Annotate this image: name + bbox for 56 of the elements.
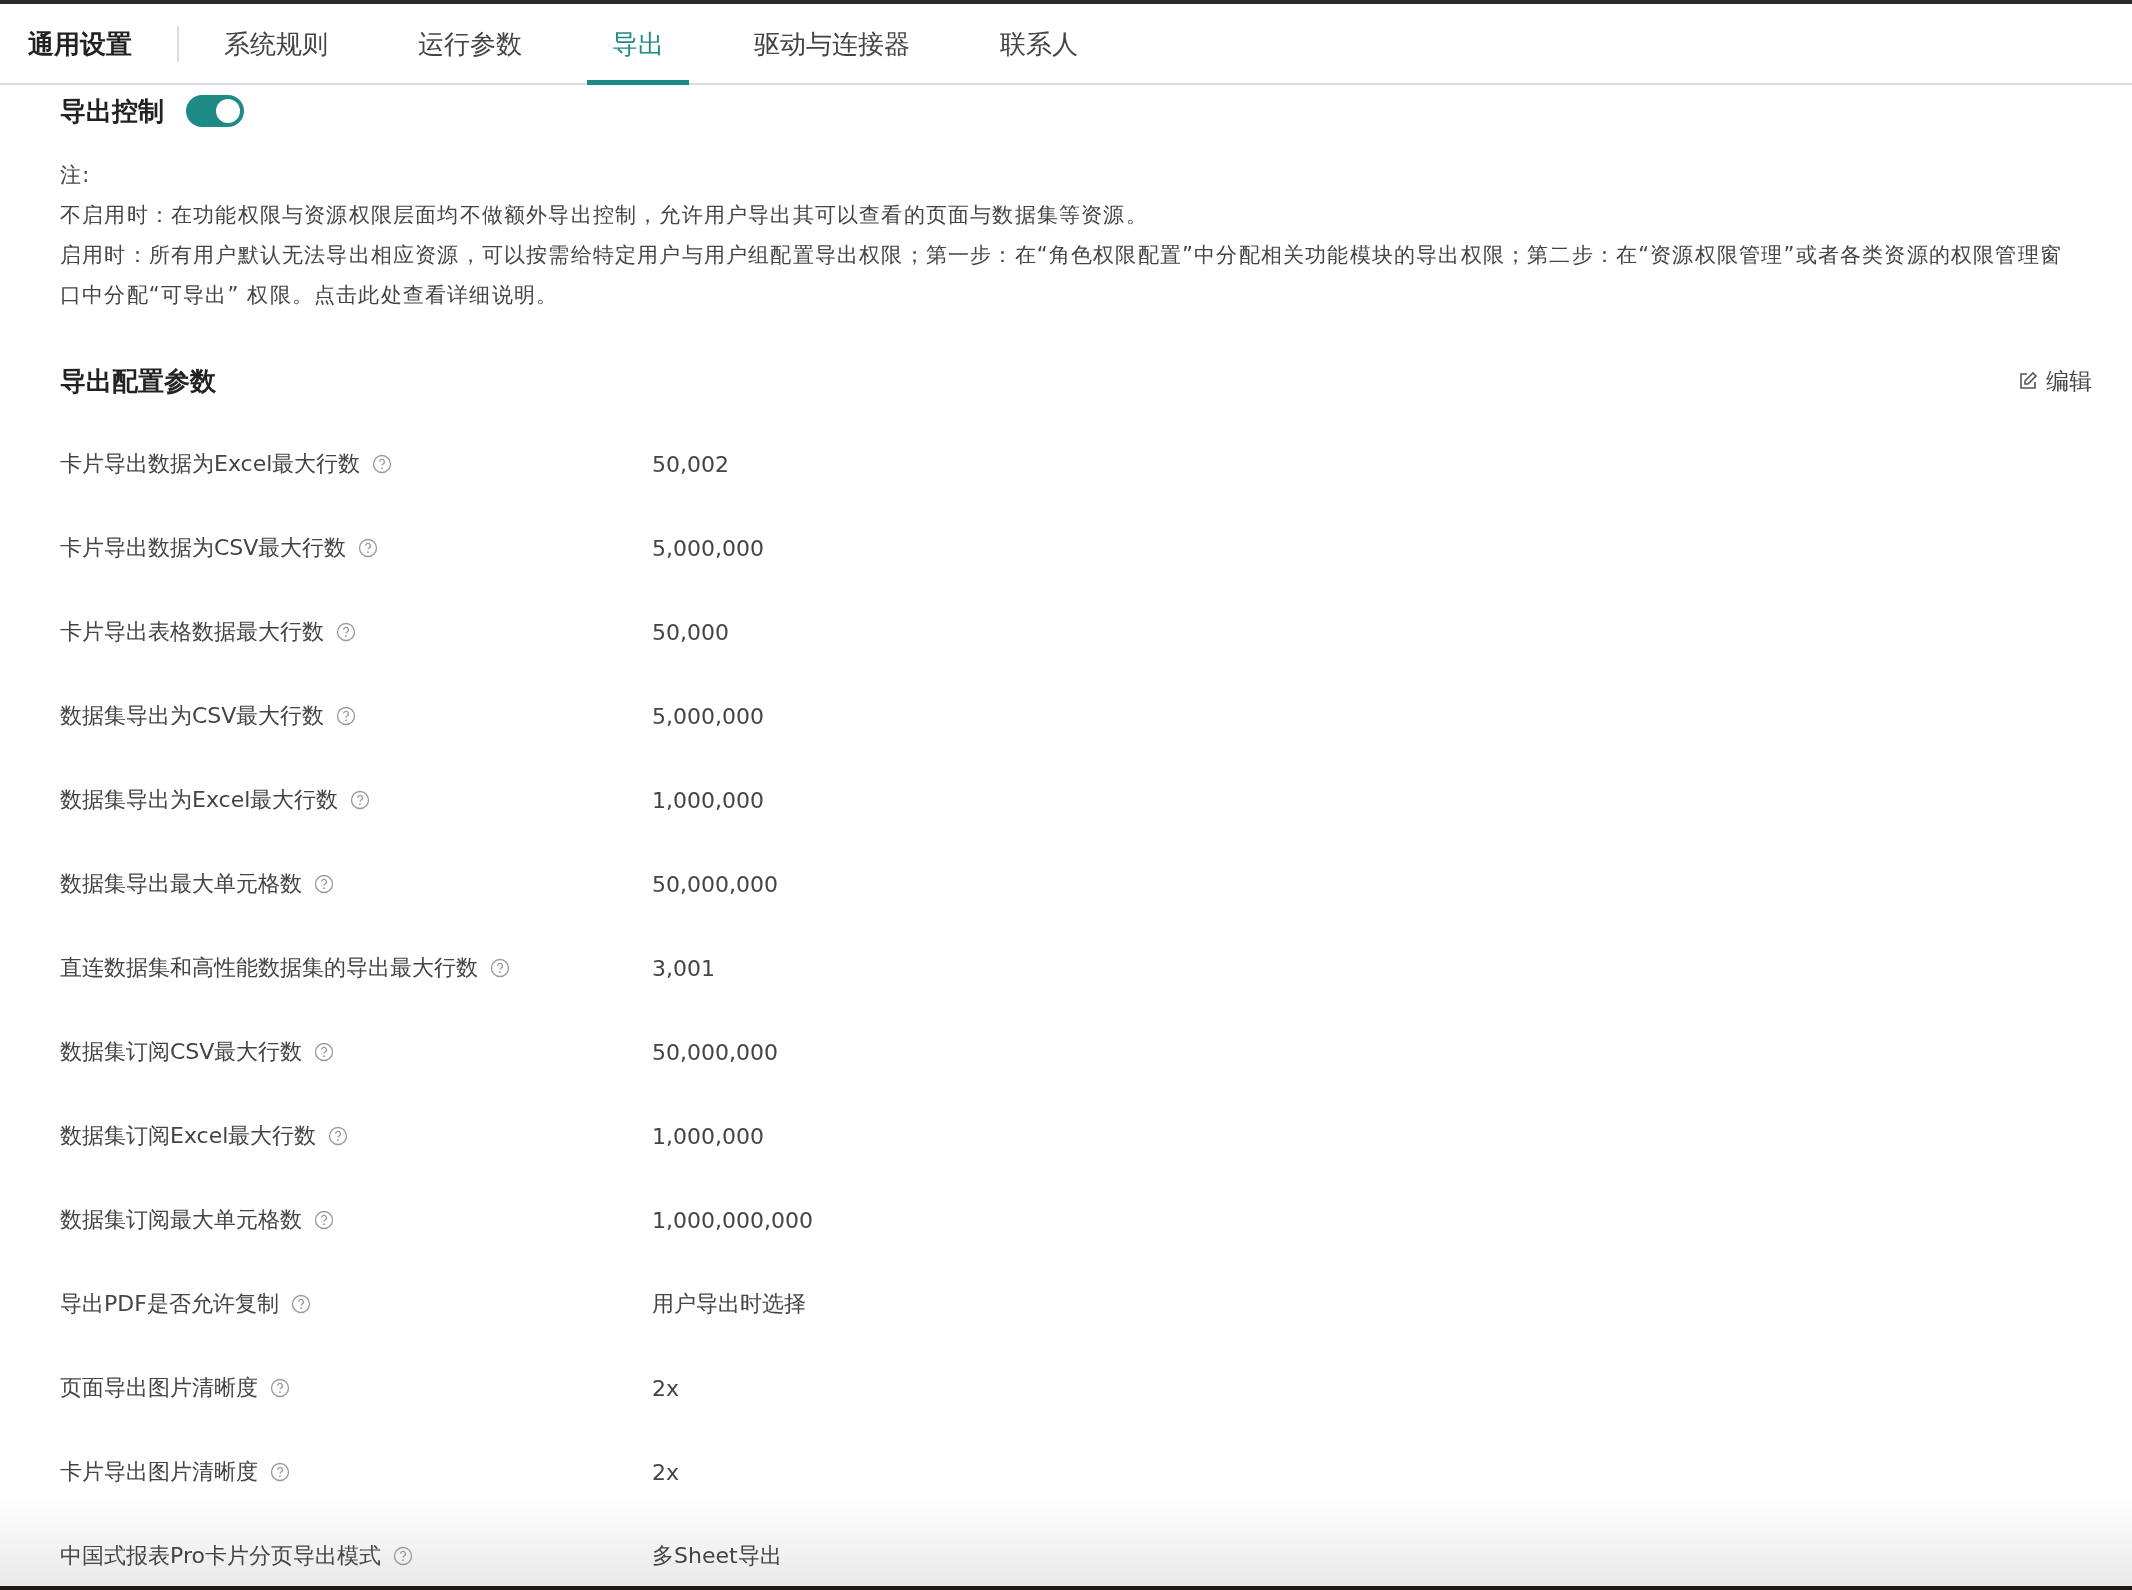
help-icon[interactable] [314,1042,335,1062]
help-icon[interactable] [350,790,371,810]
help-icon[interactable] [270,1378,290,1398]
tab[interactable]: 运行参数 [393,4,547,85]
help-icon[interactable] [314,874,334,894]
note-text: 不启用时：在功能权限与资源权限层面均不做额外导出控制，允许用户导出其可以查看的页面与数据集等资源。 [60,202,1149,229]
param-value: 5,000,000 [652,703,764,729]
help-icon[interactable] [336,622,356,642]
param-value: 1,000,000 [652,1123,764,1149]
note-text: 注: [60,162,92,189]
edit-icon [2018,371,2038,391]
tab[interactable]: 系统规则 [199,4,353,85]
help-icon[interactable] [358,538,379,558]
param-label: 卡片导出数据为CSV最大行数 [60,534,347,562]
param-value: 50,000 [652,619,729,645]
param-value: 2x [652,1375,680,1401]
tab[interactable]: 导出 [587,4,689,85]
param-label: 导出PDF是否允许复制 [60,1290,279,1318]
help-icon[interactable] [328,1126,349,1146]
help-icon[interactable] [314,1210,334,1230]
param-value: 50,002 [652,451,729,477]
section-title: 导出控制 [60,94,164,128]
param-value: 用户导出时选择 [652,1290,806,1318]
param-value: 2x [652,1459,680,1485]
section-title: 导出配置参数 [60,364,216,398]
param-label: 卡片导出图片清晰度 [60,1458,258,1486]
param-label: 直连数据集和高性能数据集的导出最大行数 [60,954,478,982]
param-value: 1,000,000,000 [652,1207,813,1233]
param-label: 卡片导出数据为Excel最大行数 [60,450,361,478]
param-value: 5,000,000 [652,535,764,561]
help-icon[interactable] [290,1294,311,1314]
param-value: 1,000,000 [652,787,764,813]
note-text: 启用时：所有用户默认无法导出相应资源，可以按需给特定用户与用户组配置导出权限；第一步：在“角色权限配置”中分配相关功能模块的导出权限；第二步：在“资源权限管理”或者各类资源的权限管理窗口中分配“可导出” 权限。点击此处查看详细说明。 [60,242,2063,309]
param-label: 数据集订阅Excel最大行数 [60,1122,317,1150]
param-value: 50,000,000 [652,871,778,897]
param-value: 多Sheet导出 [652,1542,782,1570]
param-label: 数据集导出为CSV最大行数 [60,702,325,730]
param-label: 数据集订阅最大单元格数 [60,1206,302,1234]
param-label: 数据集订阅CSV最大行数 [60,1038,303,1066]
param-value: 3,001 [652,955,715,981]
param-label: 中国式报表Pro卡片分页导出模式 [60,1542,381,1570]
param-label: 数据集导出为Excel最大行数 [60,786,339,814]
help-icon[interactable] [392,1546,413,1566]
tab[interactable]: 通用设置 [28,4,157,85]
help-icon[interactable] [490,958,510,978]
toggle-switch[interactable] [186,95,244,127]
edit-button[interactable]: 编辑 [2018,365,2092,397]
param-label: 卡片导出表格数据最大行数 [60,618,324,646]
tab[interactable]: 驱动与连接器 [729,4,935,85]
param-label: 页面导出图片清晰度 [60,1374,258,1402]
help-icon[interactable] [270,1462,290,1482]
help-icon[interactable] [336,706,357,726]
param-label: 数据集导出最大单元格数 [60,870,302,898]
tab[interactable]: 联系人 [975,4,1103,85]
help-icon[interactable] [372,454,393,474]
param-value: 50,000,000 [652,1039,778,1065]
